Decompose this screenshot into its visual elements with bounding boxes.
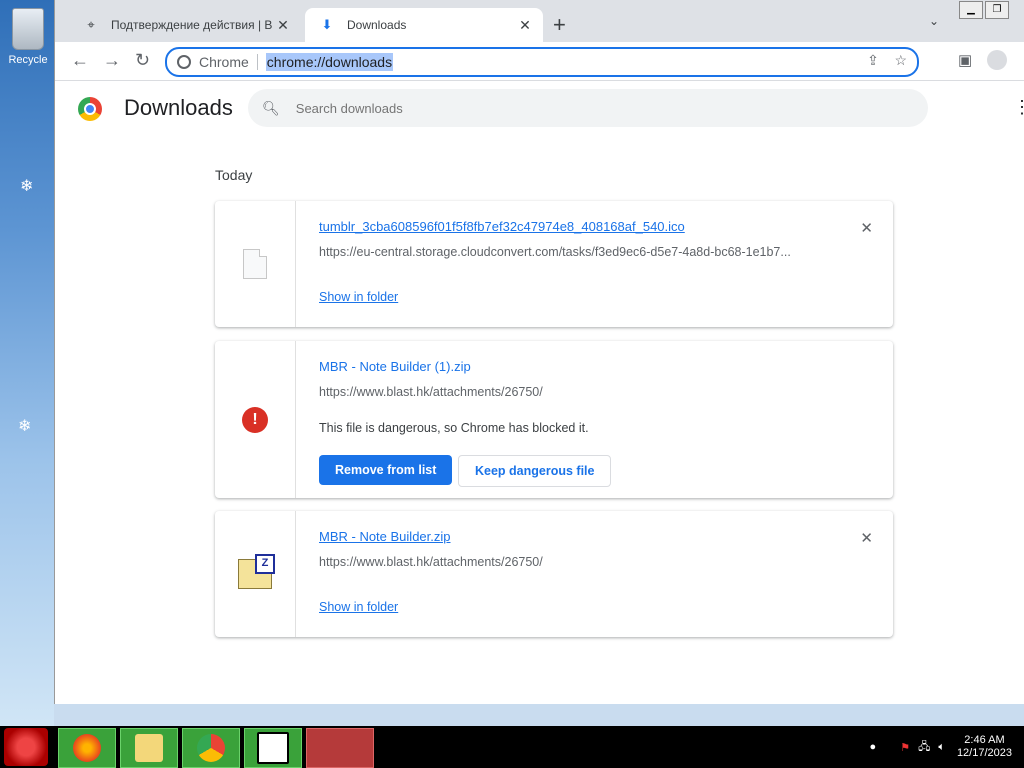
system-tray: ● ⚑ 🖧︎ 🔈︎ 2:46 AM 12/17/2023 [870,726,1024,768]
divider [256,54,258,70]
side-panel-icon[interactable]: ▣ [958,51,972,69]
search-icon: 🔍︎ [262,99,280,116]
download-source-url: https://www.blast.hk/attachments/26750/ [319,385,543,399]
tab-search-chevron-icon[interactable]: ⌄ [929,14,939,28]
toolbar: ← → ↻ Chrome chrome://downloads ⇪ ☆ ▣ [55,42,1024,81]
action-center-flag-icon[interactable]: ⚑ [900,741,910,754]
more-menu-icon[interactable]: ⋮ [1013,97,1024,118]
chrome-icon [197,734,225,762]
download-file-name[interactable]: tumblr_3cba608596f01f5f8fb7ef32c47974e8_… [319,219,685,234]
reload-icon[interactable]: ↻ [135,50,150,71]
browser-window: ⌖ Подтверждение действия | BLAST.hk ✕ ⬇ … [54,0,1024,704]
download-source-url: https://www.blast.hk/attachments/26750/ [319,555,543,569]
network-icon[interactable]: 🖧︎ [918,738,930,757]
tab-downloads[interactable]: ⬇ Downloads ✕ [305,8,543,42]
file-icon [243,249,267,279]
chrome-taskbar-button[interactable] [182,728,240,768]
firefox-taskbar-button[interactable] [58,728,116,768]
7zip-icon [257,732,289,764]
address-bar[interactable]: Chrome chrome://downloads ⇪ ☆ [165,47,919,77]
download-item: tumblr_3cba608596f01f5f8fb7ef32c47974e8_… [215,201,893,327]
close-tab-icon[interactable]: ✕ [515,17,535,34]
download-icon-column [215,201,296,327]
folder-icon [135,734,163,762]
share-icon[interactable]: ⇪ [867,52,879,68]
explorer-taskbar-button[interactable] [120,728,178,768]
clock-time: 2:46 AM [964,734,1005,746]
close-tab-icon[interactable]: ✕ [273,17,293,34]
bookmark-star-icon[interactable]: ☆ [894,52,907,68]
site-favicon-icon: ⌖ [87,17,95,32]
zip-icon: Z [238,554,275,589]
recycle-bin-icon [12,8,44,50]
date-section-label: Today [215,167,253,183]
download-item: Z MBR - Note Builder.zip https://www.bla… [215,511,893,637]
download-file-name[interactable]: MBR - Note Builder.zip [319,529,451,544]
minimize-button[interactable]: ▁ [959,1,983,19]
start-button[interactable] [4,728,48,766]
clock[interactable]: 2:46 AM 12/17/2023 [957,734,1012,760]
snowflake-icon: ❄ [20,178,34,195]
search-input[interactable] [293,99,858,117]
chrome-logo-icon [78,97,102,121]
remove-item-close-icon[interactable]: ✕ [860,529,873,547]
keep-dangerous-file-button[interactable]: Keep dangerous file [458,455,612,487]
tab-strip: ⌖ Подтверждение действия | BLAST.hk ✕ ⬇ … [55,0,1024,42]
clock-date: 12/17/2023 [956,747,1012,759]
download-icon-column: ! [215,341,296,498]
firefox-icon [73,734,101,762]
danger-icon: ! [242,406,268,433]
maximize-button[interactable]: ❐ [985,1,1009,19]
tray-dot-icon[interactable]: ● [870,741,877,753]
download-item-blocked: ! MBR - Note Builder (1).zip https://www… [215,341,893,498]
tab-blast[interactable]: ⌖ Подтверждение действия | BLAST.hk ✕ [69,8,301,42]
remove-item-close-icon[interactable]: ✕ [860,219,873,237]
7zip-taskbar-button[interactable] [244,728,302,768]
tab-title: Подтверждение действия | BLAST.hk [111,18,273,32]
download-file-name: MBR - Note Builder (1).zip [319,359,471,374]
recycle-bin[interactable]: Recycle [6,8,50,66]
recycle-bin-label: Recycle [8,54,48,66]
show-in-folder-link[interactable]: Show in folder [319,290,398,304]
download-icon: ⬇ [321,17,333,32]
remove-from-list-button[interactable]: Remove from list [319,455,453,485]
chrome-site-icon [177,55,191,69]
tab-title: Downloads [347,18,407,32]
download-icon-column: Z [215,511,296,637]
volume-icon[interactable]: 🔈︎ [938,741,945,754]
site-label: Chrome [199,54,249,70]
background-window-edge [54,704,1024,726]
taskbar: ● ⚑ 🖧︎ 🔈︎ 2:46 AM 12/17/2023 [0,726,1024,768]
taskbar-button[interactable] [306,728,374,768]
new-tab-button[interactable]: + [553,12,566,38]
search-box[interactable]: 🔍︎ [248,89,928,127]
snowflake-icon: ❄ [18,418,32,435]
page-title: Downloads [124,95,233,120]
omnibox-actions: ⇪ ☆ [867,52,907,69]
forward-arrow-icon[interactable]: → [103,50,121,71]
download-source-url: https://eu-central.storage.cloudconvert.… [319,245,791,259]
url-text[interactable]: chrome://downloads [265,53,394,71]
danger-warning-text: This file is dangerous, so Chrome has bl… [319,421,589,435]
show-in-folder-link[interactable]: Show in folder [319,600,398,614]
profile-avatar-icon[interactable] [987,50,1007,70]
back-arrow-icon[interactable]: ← [71,50,89,71]
downloads-page: Downloads 🔍︎ ⋮ Today tumblr_3cba608596f0… [55,81,1024,704]
